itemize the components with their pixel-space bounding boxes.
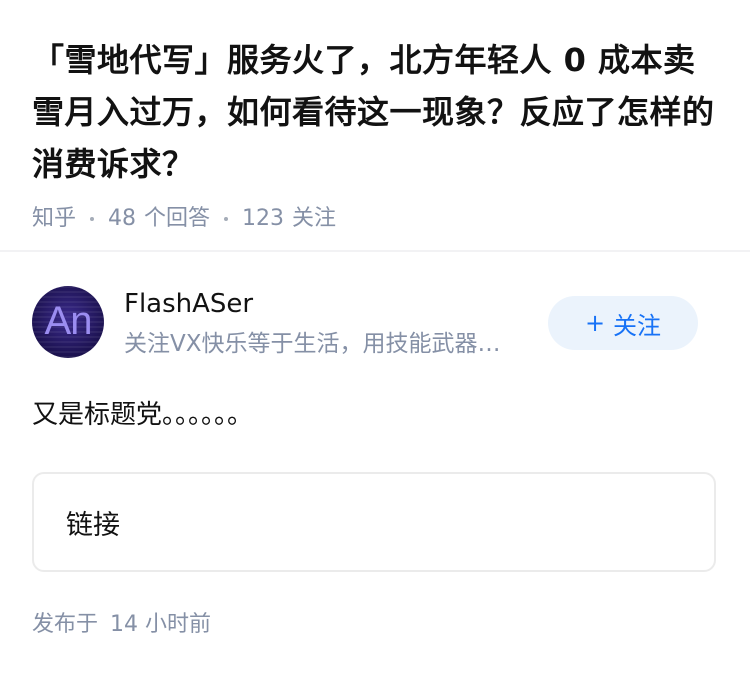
answer-content: 又是标题党。。。。。。 [32,400,254,430]
avatar[interactable]: An [32,286,104,358]
question-header: 「雪地代写」服务火了，北方年轻人 0 成本卖雪月入过万，如何看待这一现象？反应了… [32,34,722,234]
follow-button[interactable]: + 关注 [548,296,698,350]
avatar-logo-text: An [44,299,93,343]
author-bio: 关注VX快乐等于生活，用技能武器，主宰生活 [124,331,516,357]
answer-count-label[interactable]: 个回答 [144,204,210,234]
answer-meta: 发布于 14 小时前 [32,610,718,640]
follow-button-label: 关注 [613,311,662,340]
author-name[interactable]: FlashASer [124,286,253,322]
meta-separator-dot [90,217,95,221]
link-card-label: 链接 [66,509,120,541]
answer-card: An FlashASer 关注VX快乐等于生活，用技能武器，主宰生活 + 关注 … [32,286,718,640]
section-divider [0,250,750,252]
follower-count-label[interactable]: 关注 [292,204,336,234]
meta-separator-dot [224,217,229,221]
answer-count: 48 [108,206,137,231]
published-time: 14 小时前 [110,612,212,637]
plus-icon: + [584,309,606,337]
question-title[interactable]: 「雪地代写」服务火了，北方年轻人 0 成本卖雪月入过万，如何看待这一现象？反应了… [32,34,722,190]
question-meta: 知乎 48 个回答 123 关注 [32,204,722,234]
follower-count: 123 [242,206,285,231]
author-row: An FlashASer 关注VX快乐等于生活，用技能武器，主宰生活 + 关注 [32,286,718,360]
published-label: 发布于 [32,612,99,637]
source-label[interactable]: 知乎 [32,204,76,234]
link-card[interactable]: 链接 [32,472,716,572]
